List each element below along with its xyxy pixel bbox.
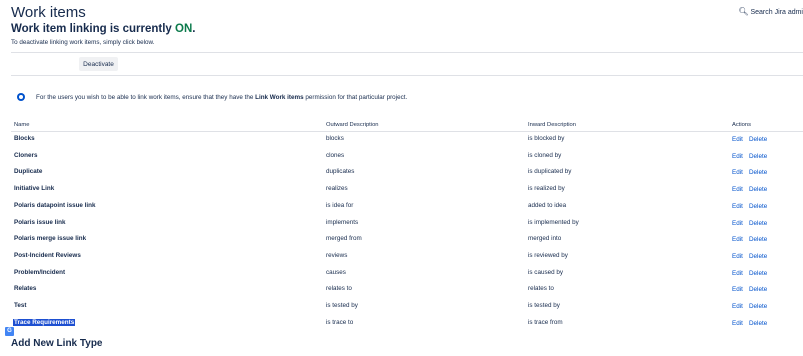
outward-description: implements	[326, 218, 359, 226]
outward-description: reviews	[326, 251, 348, 259]
delete-link[interactable]: Delete	[749, 236, 767, 243]
edit-link[interactable]: Edit	[732, 320, 743, 327]
edit-link[interactable]: Edit	[732, 220, 743, 227]
delete-link[interactable]: Delete	[749, 186, 767, 193]
outward-description: relates to	[326, 285, 352, 293]
edit-link[interactable]: Edit	[732, 303, 743, 310]
edit-link[interactable]: Edit	[732, 186, 743, 193]
outward-description: blocks	[326, 135, 344, 142]
edit-link[interactable]: Edit	[732, 153, 743, 160]
edit-link[interactable]: Edit	[732, 253, 743, 260]
column-header-outward: Outward Description	[326, 122, 379, 128]
inward-description: is reviewed by	[528, 251, 568, 259]
outward-description: realizes	[326, 185, 348, 193]
link-type-name: Duplicate	[14, 168, 43, 176]
inward-description: is tested by	[528, 302, 560, 309]
outward-description: is tested by	[326, 302, 358, 309]
table-row: Trace Requirements is trace to is trace fr…	[0, 316, 803, 333]
info-icon	[17, 93, 25, 101]
delete-link[interactable]: Delete	[749, 253, 767, 260]
search-label: Search Jira admi	[750, 9, 803, 16]
inward-description: is blocked by	[528, 135, 565, 142]
outward-description: clones	[326, 151, 345, 159]
column-header-name: Name	[14, 122, 30, 128]
delete-link[interactable]: Delete	[749, 286, 767, 293]
link-type-name: Cloners	[14, 151, 38, 159]
outward-description: is idea for	[326, 201, 354, 209]
table-row: Relates relates to relates to Edit Delete	[0, 282, 803, 299]
add-link-type-heading: Add New Link Type	[11, 338, 103, 349]
inward-description: is cloned by	[528, 151, 562, 159]
inward-description: merged into	[528, 235, 562, 243]
outward-description: causes	[326, 268, 346, 276]
linking-status-heading: Work item linking is currently ON.	[11, 23, 195, 35]
outward-description: duplicates	[326, 168, 355, 176]
link-type-name-selected: Trace Requirements	[13, 318, 76, 326]
translate-icon[interactable]: G	[5, 327, 14, 336]
inward-description: is duplicated by	[528, 168, 572, 176]
inward-description: is caused by	[528, 268, 564, 276]
inward-description: relates to	[528, 285, 554, 293]
divider	[11, 75, 803, 76]
edit-link[interactable]: Edit	[732, 136, 743, 143]
table-row: Polaris issue link implements is implement…	[0, 216, 803, 233]
table-row: Initiative Link realizes is realized by Edi…	[0, 182, 803, 199]
table-row: Problem/Incident causes is caused by Edit De…	[0, 266, 803, 283]
page-title: Work items	[11, 4, 86, 21]
inward-description: is realized by	[528, 185, 565, 193]
link-type-name: Test	[14, 302, 27, 309]
link-type-name: Post-Incident Reviews	[14, 251, 81, 259]
table-row: Cloners clones is cloned by Edit Delete	[0, 149, 803, 166]
edit-link[interactable]: Edit	[732, 169, 743, 176]
deactivate-instruction: To deactivate linking work items, simply…	[11, 39, 155, 46]
table-row: Blocks blocks is blocked by Edit Delete	[0, 132, 803, 149]
inward-description: added to idea	[528, 201, 567, 209]
edit-link[interactable]: Edit	[732, 286, 743, 293]
outward-description: merged from	[326, 235, 362, 243]
link-type-name: Problem/Incident	[14, 268, 66, 276]
table-row: Post-Incident Reviews reviews is reviewed …	[0, 249, 803, 266]
status-prefix: Work item linking is currently	[11, 23, 176, 35]
delete-link[interactable]: Delete	[749, 136, 767, 143]
delete-link[interactable]: Delete	[749, 320, 767, 327]
table-row: Duplicate duplicates is duplicated by Edit D…	[0, 165, 803, 182]
delete-link[interactable]: Delete	[749, 270, 767, 277]
edit-link[interactable]: Edit	[732, 203, 743, 210]
link-work-items-permission: Link Work items	[255, 94, 304, 101]
delete-link[interactable]: Delete	[749, 303, 767, 310]
column-header-actions: Actions	[732, 122, 752, 128]
status-suffix: .	[192, 23, 196, 35]
delete-link[interactable]: Delete	[749, 153, 767, 160]
edit-link[interactable]: Edit	[732, 270, 743, 277]
delete-link[interactable]: Delete	[749, 203, 767, 210]
link-type-name: Polaris datapoint issue link	[14, 201, 96, 209]
search-icon: 🔍︎	[738, 7, 749, 16]
inward-description: is implemented by	[528, 218, 579, 226]
delete-link[interactable]: Delete	[749, 169, 767, 176]
search-jira-admin-link[interactable]: 🔍︎ Search Jira admi	[738, 7, 803, 16]
inward-description: is trace from	[528, 318, 563, 326]
divider	[11, 52, 803, 53]
table-row: Test is tested by is tested by Edit Delete	[0, 299, 803, 316]
delete-link[interactable]: Delete	[749, 220, 767, 227]
link-type-name: Polaris merge issue link	[14, 235, 87, 243]
link-type-name: Polaris issue link	[14, 218, 66, 226]
deactivate-button[interactable]: Deactivate	[79, 57, 118, 71]
table-row: Polaris datapoint issue link is idea for a…	[0, 199, 803, 216]
edit-link[interactable]: Edit	[732, 236, 743, 243]
outward-description: is trace to	[326, 318, 354, 326]
link-type-name: Initiative Link	[14, 185, 55, 193]
column-header-inward: Inward Description	[528, 122, 577, 128]
status-on-label: ON	[175, 23, 193, 35]
link-type-name: Relates	[14, 285, 37, 293]
info-text-before: For the users you wish to be able to lin…	[36, 94, 256, 101]
link-type-name: Blocks	[14, 135, 35, 142]
info-text-after: permission for that particular project.	[303, 94, 408, 101]
permission-info-message: For the users you wish to be able to lin…	[36, 94, 407, 101]
table-row: Polaris merge issue link merged from merge…	[0, 232, 803, 249]
